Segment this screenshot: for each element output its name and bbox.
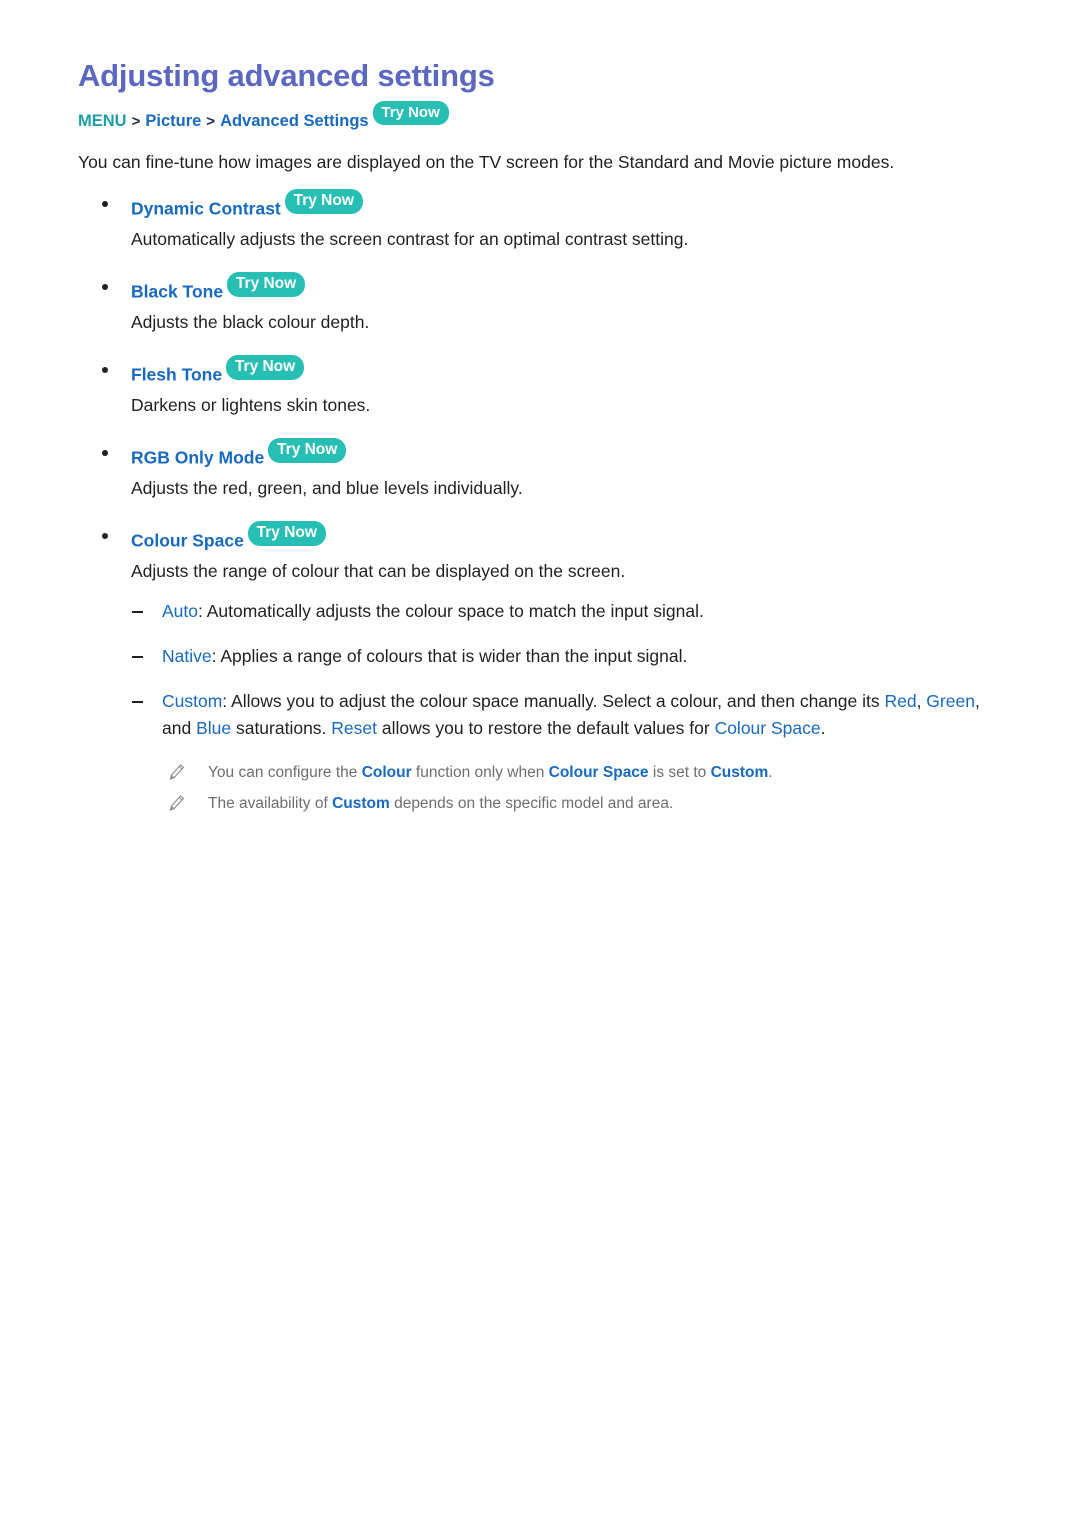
bullet-dot-icon: [102, 533, 108, 540]
note-keyword-custom: Custom: [332, 794, 390, 812]
option-text-period: .: [820, 718, 826, 739]
option-auto: Auto: Automatically adjusts the colour s…: [78, 598, 1008, 625]
try-now-badge[interactable]: Try Now: [227, 272, 306, 297]
bullet-dot-icon: [102, 367, 108, 374]
setting-description: Adjusts the range of colour that can be …: [131, 560, 626, 581]
setting-label-row: Dynamic Contrast Try Now: [78, 189, 1008, 222]
setting-description: Automatically adjusts the screen contras…: [131, 228, 689, 249]
setting-block-flesh-tone: Flesh Tone Try Now Darkens or lightens sk…: [78, 355, 1008, 418]
try-now-badge[interactable]: Try Now: [284, 189, 363, 214]
breadcrumb: MENU > Picture > Advanced Settings Try Now: [78, 100, 1008, 134]
dash-bullet-icon: [132, 701, 143, 704]
note-text-part4: .: [768, 763, 773, 781]
setting-label-row: Colour Space Try Now: [78, 521, 1008, 554]
option-term: Native: [162, 646, 212, 667]
note-text-part1: The availability of: [208, 794, 333, 812]
try-now-badge[interactable]: Try Now: [226, 355, 305, 380]
bullet-dot-icon: [102, 201, 108, 208]
try-now-badge[interactable]: Try Now: [372, 100, 449, 125]
note-keyword-custom: Custom: [710, 763, 769, 781]
dash-bullet-icon: [132, 656, 143, 659]
note-text-part2: function only when: [411, 763, 549, 781]
setting-block-black-tone: Black Tone Try Now Adjusts the black colo…: [78, 272, 1008, 335]
setting-label-row: RGB Only Mode Try Now: [78, 438, 1008, 471]
try-now-badge[interactable]: Try Now: [247, 521, 326, 546]
note-item: The availability of Custom depends on th…: [78, 792, 1008, 815]
option-keyword-red: Red: [884, 691, 917, 712]
setting-label-row: Black Tone Try Now: [78, 272, 1008, 305]
option-keyword-green: Green: [926, 691, 975, 712]
note-keyword-colour: Colour: [361, 763, 412, 781]
breadcrumb-menu[interactable]: MENU: [78, 112, 127, 130]
setting-label-row: Flesh Tone Try Now: [78, 355, 1008, 388]
note-item: You can configure the Colour function on…: [78, 761, 1008, 784]
option-text: : Automatically adjusts the colour space…: [198, 601, 704, 622]
setting-description: Darkens or lightens skin tones.: [131, 394, 371, 415]
option-keyword-colour-space: Colour Space: [714, 718, 821, 739]
setting-label: Colour Space: [131, 530, 244, 551]
chevron-right-icon: >: [206, 112, 216, 130]
setting-label: Dynamic Contrast: [131, 198, 281, 219]
setting-block-dynamic-contrast: Dynamic Contrast Try Now Automatically ad…: [78, 189, 1008, 252]
dash-bullet-icon: [132, 611, 143, 614]
setting-label: RGB Only Mode: [131, 447, 265, 468]
chevron-right-icon: >: [131, 112, 141, 130]
page-title: Adjusting advanced settings: [78, 58, 495, 93]
note-text-part1: You can configure the: [208, 763, 362, 781]
option-keyword-blue: Blue: [196, 718, 232, 739]
option-text-part1: : Allows you to adjust the colour space …: [222, 691, 885, 712]
document-page: Adjusting advanced settings MENU > Picture…: [0, 0, 1080, 1527]
setting-label: Flesh Tone: [131, 364, 223, 385]
bullet-dot-icon: [102, 284, 108, 291]
option-text-part4: allows you to restore the default values…: [377, 718, 715, 739]
option-native: Native: Applies a range of colours that …: [78, 643, 1008, 670]
option-text: : Applies a range of colours that is wid…: [211, 646, 688, 667]
bullet-dot-icon: [102, 450, 108, 457]
breadcrumb-item-advanced-settings[interactable]: Advanced Settings: [220, 112, 369, 130]
setting-description: Adjusts the red, green, and blue levels …: [131, 477, 523, 498]
note-text-part2: depends on the specific model and area.: [389, 794, 674, 812]
option-term: Auto: [162, 601, 198, 622]
option-text-comma: ,: [916, 691, 927, 712]
option-custom: Custom: Allows you to adjust the colour …: [78, 688, 1008, 742]
option-term: Custom: [162, 691, 223, 712]
setting-label: Black Tone: [131, 281, 224, 302]
pencil-icon: [168, 794, 186, 812]
option-keyword-reset: Reset: [331, 718, 378, 739]
setting-description: Adjusts the black colour depth.: [131, 311, 370, 332]
setting-block-rgb-only-mode: RGB Only Mode Try Now Adjusts the red, gr…: [78, 438, 1008, 501]
pencil-icon: [168, 763, 186, 781]
breadcrumb-item-picture[interactable]: Picture: [145, 112, 201, 130]
note-text-part3: is set to: [648, 763, 711, 781]
intro-paragraph: You can fine-tune how images are display…: [78, 152, 895, 173]
option-text-part3: saturations.: [231, 718, 332, 739]
note-keyword-colour-space: Colour Space: [548, 763, 649, 781]
try-now-badge[interactable]: Try Now: [268, 438, 347, 463]
setting-block-colour-space: Colour Space Try Now Adjusts the range of…: [78, 521, 1008, 584]
